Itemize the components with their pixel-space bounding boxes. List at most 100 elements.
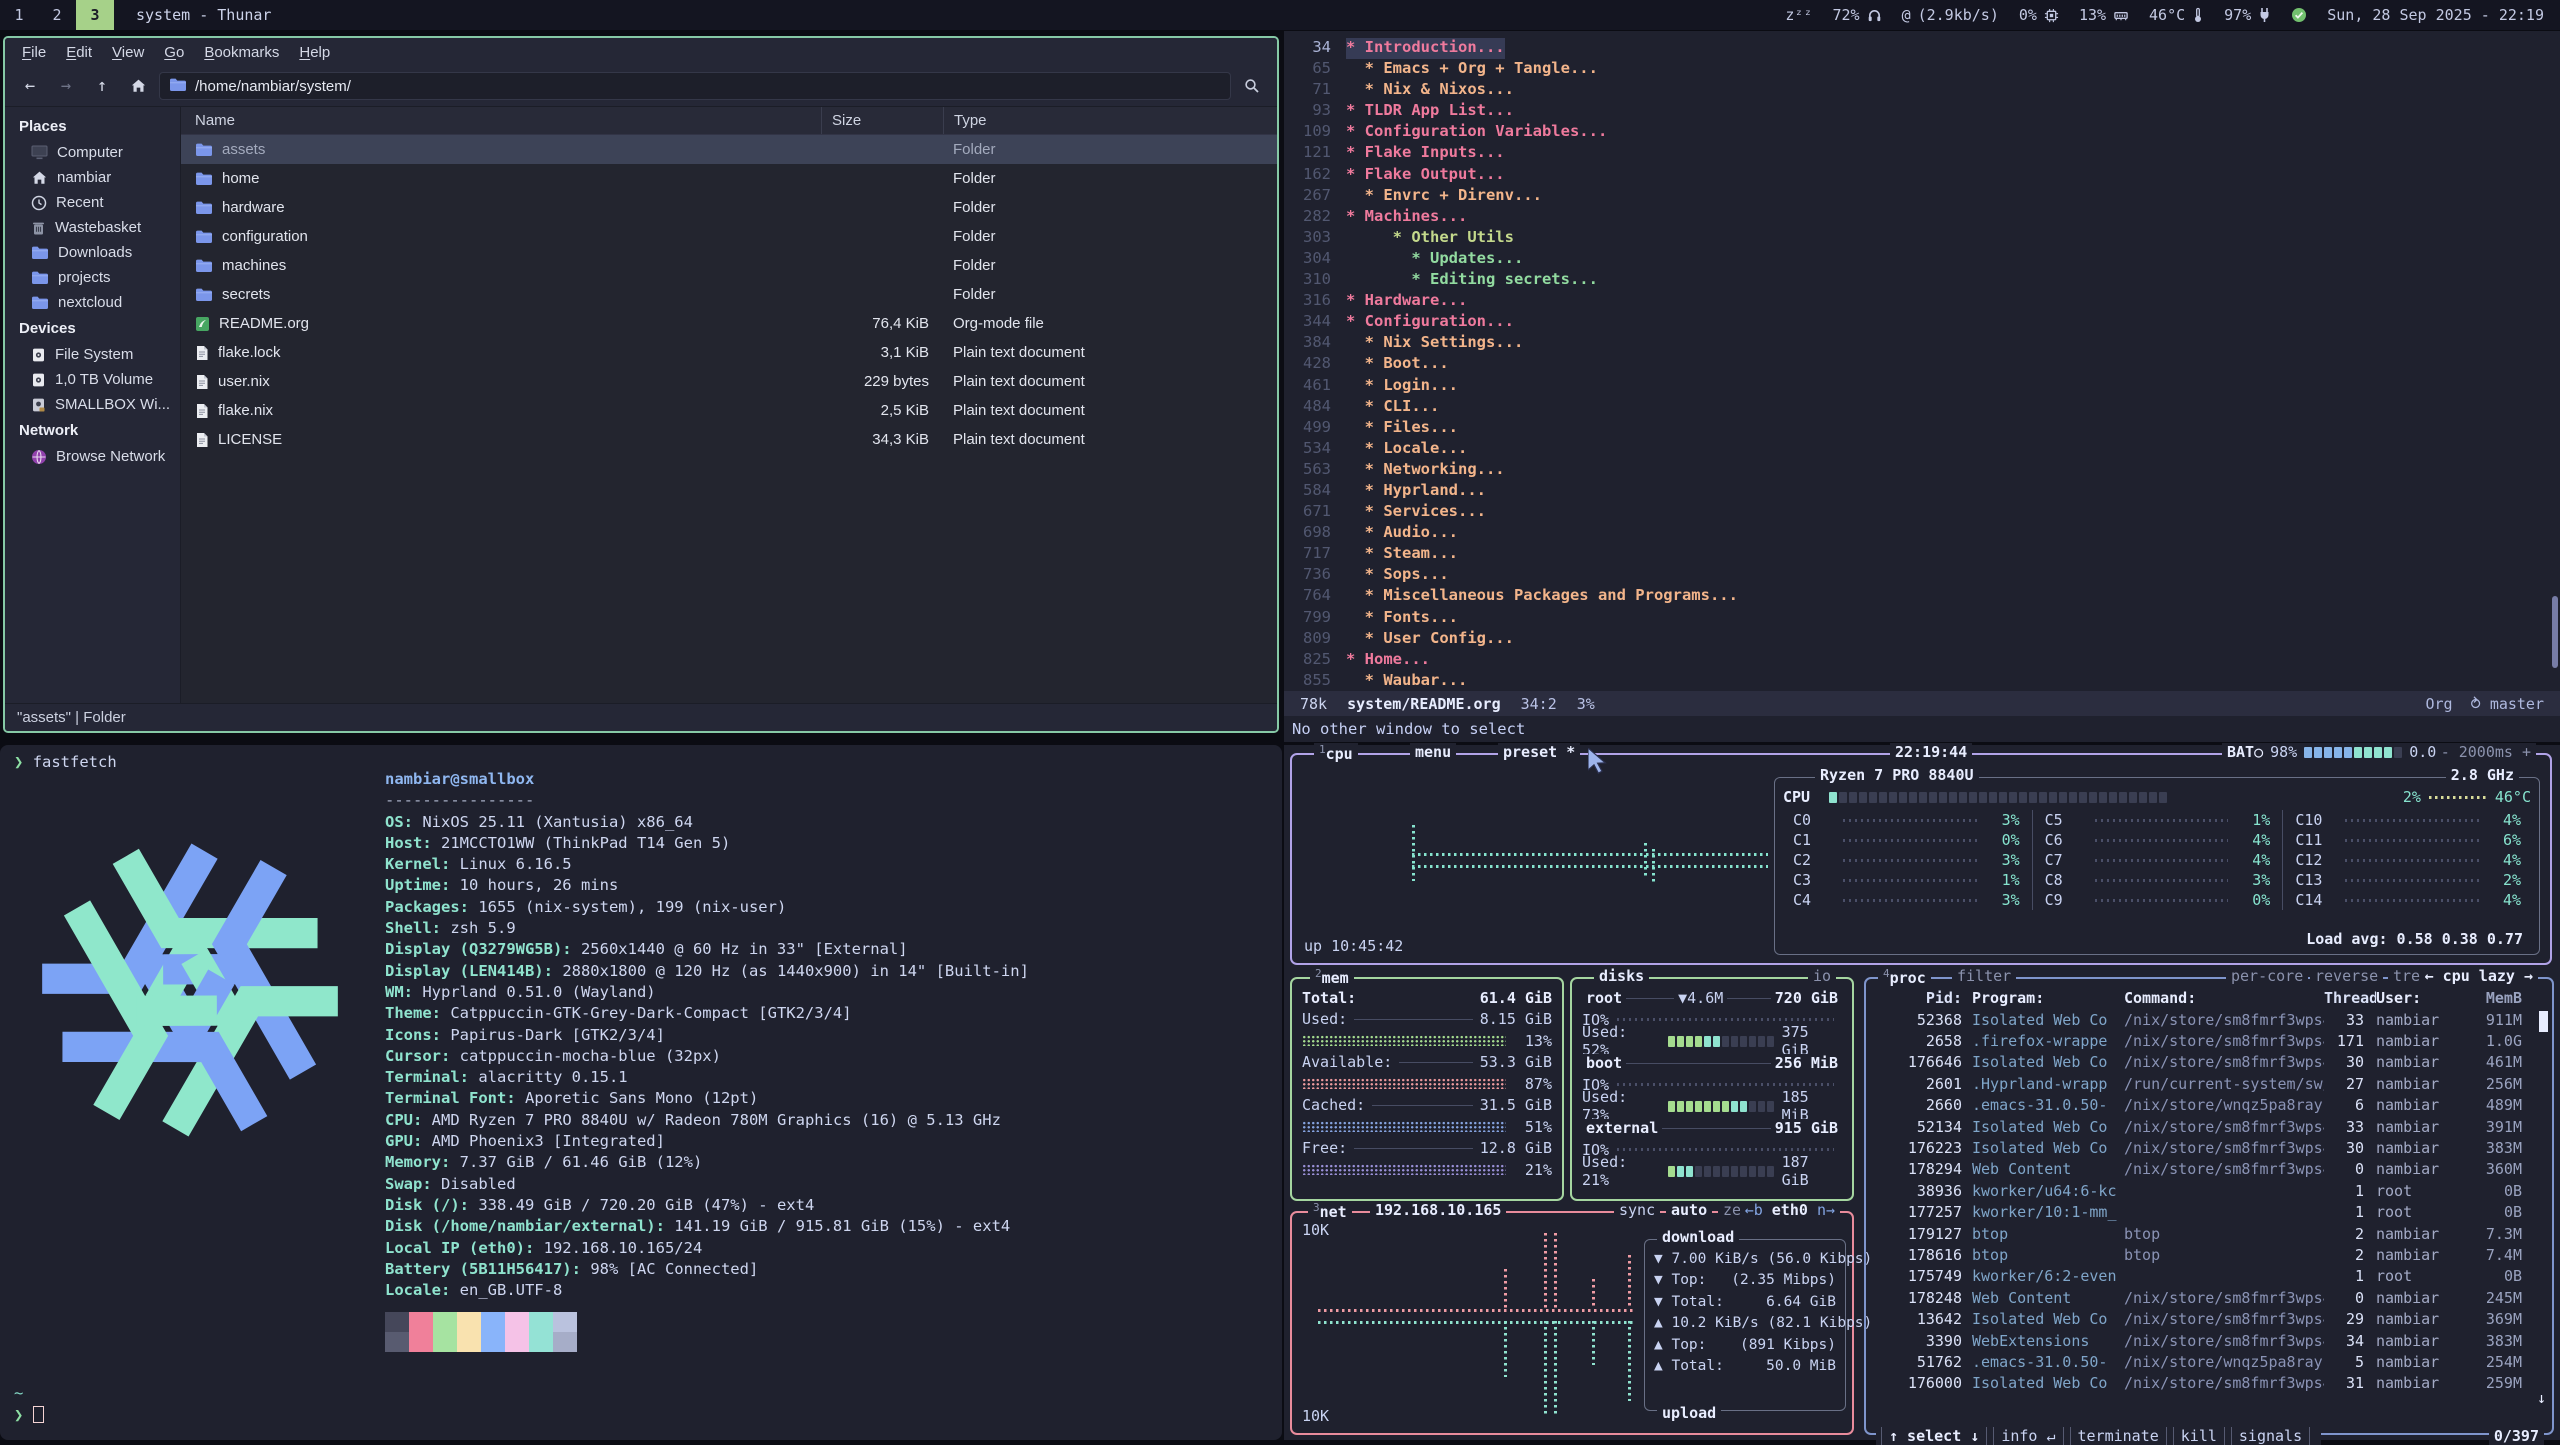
org-heading-line[interactable]: 534 * Locale... bbox=[1284, 439, 2560, 460]
column-header-size[interactable]: Size bbox=[821, 107, 943, 134]
org-heading-line[interactable]: 303 * Other Utils bbox=[1284, 228, 2560, 249]
process-row[interactable]: 178294Web Content/nix/store/sm8fmrf3wps4… bbox=[1876, 1159, 2542, 1180]
footer-select[interactable]: ↑ select ↓ bbox=[1881, 1427, 1987, 1445]
sidebar-item-1-0-tb-volume[interactable]: 1,0 TB Volume bbox=[5, 367, 180, 392]
org-heading-line[interactable]: 162* Flake Output... bbox=[1284, 165, 2560, 186]
iface-prev[interactable]: ←b bbox=[1745, 1201, 1763, 1219]
terminal-window[interactable]: ❯ fastfetch nambiar@smallbox------------… bbox=[0, 745, 1282, 1440]
file-row-flake-nix[interactable]: flake.nix2,5 KiBPlain text document bbox=[181, 396, 1277, 425]
back-button[interactable]: ← bbox=[15, 72, 45, 100]
file-row-flake-lock[interactable]: flake.lock3,1 KiBPlain text document bbox=[181, 338, 1277, 367]
process-row[interactable]: 2658.firefox-wrappe/nix/store/sm8fmrf3wp… bbox=[1876, 1030, 2542, 1051]
proc-header-memb[interactable]: MemB bbox=[2462, 989, 2522, 1007]
proc-sort[interactable]: ← cpu lazy → bbox=[2425, 967, 2533, 985]
up-button[interactable]: ↑ bbox=[87, 72, 117, 100]
org-heading-line[interactable]: 671 * Services... bbox=[1284, 502, 2560, 523]
proc-filter[interactable]: filter bbox=[1957, 967, 2011, 985]
org-heading-line[interactable]: 34* Introduction... bbox=[1284, 38, 2560, 59]
org-heading-line[interactable]: 344* Configuration... bbox=[1284, 312, 2560, 333]
sidebar-item-downloads[interactable]: Downloads bbox=[5, 240, 180, 265]
sidebar-item-nextcloud[interactable]: nextcloud bbox=[5, 290, 180, 315]
proc-header-command[interactable]: Command: bbox=[2124, 989, 2324, 1007]
tray-memory[interactable]: 13% bbox=[2079, 6, 2129, 24]
file-row-machines[interactable]: machinesFolder bbox=[181, 251, 1277, 280]
tab-proc[interactable]: proc bbox=[1890, 969, 1926, 987]
sidebar-item-browse-network[interactable]: Browse Network bbox=[5, 444, 180, 469]
org-heading-line[interactable]: 109* Configuration Variables... bbox=[1284, 122, 2560, 143]
tab-mem[interactable]: mem bbox=[1322, 969, 1349, 987]
menu-go[interactable]: Go bbox=[155, 41, 193, 64]
org-heading-line[interactable]: 93* TLDR App List... bbox=[1284, 101, 2560, 122]
sidebar-item-computer[interactable]: Computer bbox=[5, 140, 180, 165]
footer-terminate[interactable]: terminate bbox=[2070, 1427, 2167, 1445]
sidebar-item-smallbox-wi-[interactable]: SMALLBOX Wi... bbox=[5, 392, 180, 417]
tray-battery[interactable]: 97% bbox=[2224, 6, 2271, 24]
sidebar-item-nambiar[interactable]: nambiar bbox=[5, 165, 180, 190]
process-row[interactable]: 38936kworker/u64:6-kc1root0B0.0 bbox=[1876, 1180, 2542, 1201]
proc-header-threads[interactable]: Threads: bbox=[2324, 989, 2376, 1007]
org-heading-line[interactable]: 310 * Editing secrets... bbox=[1284, 270, 2560, 291]
proc-per-core[interactable]: per-core bbox=[2231, 967, 2303, 985]
workspace-button-3[interactable]: 3 bbox=[76, 0, 114, 30]
org-heading-line[interactable]: 267 * Envrc + Direnv... bbox=[1284, 186, 2560, 207]
workspace-button-2[interactable]: 2 bbox=[38, 0, 76, 30]
org-heading-line[interactable]: 282* Machines... bbox=[1284, 207, 2560, 228]
sidebar-item-recent[interactable]: Recent bbox=[5, 190, 180, 215]
process-row[interactable]: 177257kworker/10:1-mm_1root0B0.0 bbox=[1876, 1202, 2542, 1223]
search-button[interactable] bbox=[1237, 72, 1267, 100]
org-heading-line[interactable]: 461 * Login... bbox=[1284, 376, 2560, 397]
disks-title[interactable]: disks bbox=[1599, 967, 1644, 985]
process-row[interactable]: 3390WebExtensions/nix/store/sm8fmrf3wps4… bbox=[1876, 1330, 2542, 1351]
org-heading-line[interactable]: 316* Hardware... bbox=[1284, 291, 2560, 312]
tab-net[interactable]: net bbox=[1320, 1203, 1347, 1221]
org-heading-line[interactable]: 304 * Updates... bbox=[1284, 249, 2560, 270]
org-heading-line[interactable]: 764 * Miscellaneous Packages and Program… bbox=[1284, 586, 2560, 607]
path-bar[interactable]: /home/nambiar/system/ bbox=[159, 72, 1231, 100]
sidebar-item-wastebasket[interactable]: Wastebasket bbox=[5, 215, 180, 240]
scroll-down-arrow[interactable]: ↓ bbox=[2537, 1389, 2546, 1407]
column-header-name[interactable]: Name bbox=[181, 107, 821, 134]
proc-header-program[interactable]: Program: bbox=[1972, 989, 2124, 1007]
tray-updates[interactable] bbox=[2291, 7, 2307, 23]
menu-help[interactable]: Help bbox=[290, 41, 339, 64]
iface-next[interactable]: n→ bbox=[1817, 1201, 1835, 1219]
workspace-button-1[interactable]: 1 bbox=[0, 0, 38, 30]
sidebar-item-file-system[interactable]: File System bbox=[5, 342, 180, 367]
file-row-license[interactable]: LICENSE34,3 KiBPlain text document bbox=[181, 425, 1277, 454]
process-row[interactable]: 178616btopbtop2nambiar7.4M0.0 bbox=[1876, 1244, 2542, 1265]
tray-volume[interactable]: 72% bbox=[1832, 6, 1881, 24]
process-row[interactable]: 51762.emacs-31.0.50-/nix/store/wnqz5pa8r… bbox=[1876, 1351, 2542, 1372]
org-heading-line[interactable]: 428 * Boot... bbox=[1284, 354, 2560, 375]
process-row[interactable]: 2601.Hyprland-wrapp/run/current-system/s… bbox=[1876, 1073, 2542, 1094]
org-heading-line[interactable]: 563 * Networking... bbox=[1284, 460, 2560, 481]
process-row[interactable]: 176223Isolated Web Co/nix/store/sm8fmrf3… bbox=[1876, 1137, 2542, 1158]
home-button[interactable] bbox=[123, 72, 153, 100]
tray-temperature[interactable]: 46°C bbox=[2149, 6, 2204, 24]
file-row-secrets[interactable]: secretsFolder bbox=[181, 280, 1277, 309]
preset-button[interactable]: preset * bbox=[1503, 743, 1575, 761]
process-row[interactable]: 179127btopbtop2nambiar7.3M0.0 bbox=[1876, 1223, 2542, 1244]
menu-view[interactable]: View bbox=[103, 41, 153, 64]
tray-cpu[interactable]: 0% bbox=[2019, 6, 2059, 24]
process-row[interactable]: 13642Isolated Web Co/nix/store/sm8fmrf3w… bbox=[1876, 1308, 2542, 1329]
process-row[interactable]: 175749kworker/6:2-even1root0B0.0 bbox=[1876, 1266, 2542, 1287]
org-heading-line[interactable]: 855 * Waubar... bbox=[1284, 671, 2560, 692]
proc-header-user[interactable]: User: bbox=[2376, 989, 2462, 1007]
footer-kill[interactable]: kill bbox=[2173, 1427, 2225, 1445]
proc-header-pid[interactable]: Pid: bbox=[1876, 989, 1972, 1007]
menu-file[interactable]: File bbox=[13, 41, 55, 64]
tray-network[interactable]: @(2.9kb/s) bbox=[1902, 6, 1999, 24]
sidebar-item-projects[interactable]: projects bbox=[5, 265, 180, 290]
org-heading-line[interactable]: 825* Home... bbox=[1284, 650, 2560, 671]
net-auto[interactable]: auto bbox=[1671, 1201, 1707, 1219]
org-heading-line[interactable]: 736 * Sops... bbox=[1284, 565, 2560, 586]
org-heading-line[interactable]: 717 * Steam... bbox=[1284, 544, 2560, 565]
org-heading-line[interactable]: 71 * Nix & Nixos... bbox=[1284, 80, 2560, 101]
process-row[interactable]: 178248Web Content/nix/store/sm8fmrf3wps4… bbox=[1876, 1287, 2542, 1308]
org-heading-line[interactable]: 121* Flake Inputs... bbox=[1284, 143, 2560, 164]
emacs-scrollbar[interactable] bbox=[2552, 596, 2558, 668]
file-row-configuration[interactable]: configurationFolder bbox=[181, 222, 1277, 251]
org-heading-line[interactable]: 584 * Hyprland... bbox=[1284, 481, 2560, 502]
process-row[interactable]: 52134Isolated Web Co/nix/store/sm8fmrf3w… bbox=[1876, 1116, 2542, 1137]
org-heading-line[interactable]: 499 * Files... bbox=[1284, 418, 2560, 439]
